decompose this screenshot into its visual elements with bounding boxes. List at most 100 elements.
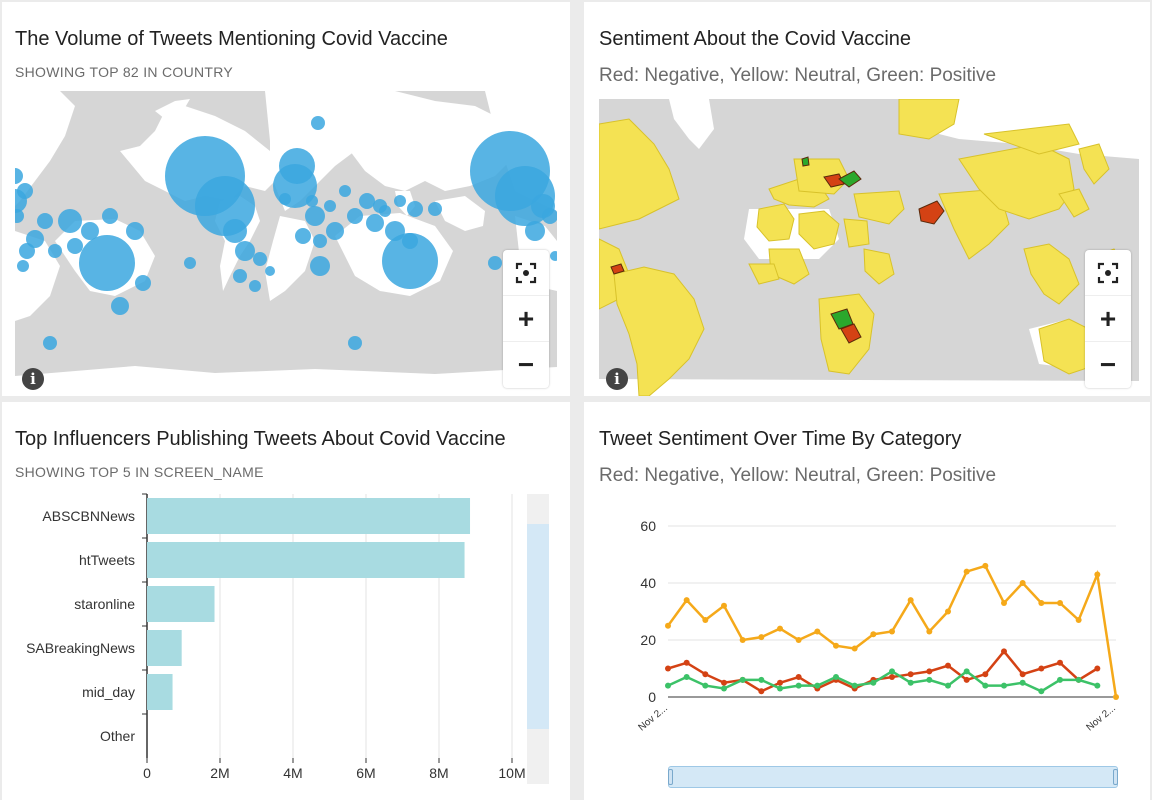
scrollbar-thumb[interactable] xyxy=(527,524,549,729)
volume-bubble[interactable] xyxy=(249,280,261,292)
series-point[interactable] xyxy=(777,625,783,632)
series-point[interactable] xyxy=(889,674,895,681)
series-point[interactable] xyxy=(907,597,914,604)
volume-bubble[interactable] xyxy=(135,275,151,291)
volume-bubble[interactable] xyxy=(19,243,35,259)
series-point[interactable] xyxy=(1094,682,1101,689)
volume-bubble[interactable] xyxy=(394,195,406,207)
series-point[interactable] xyxy=(1038,665,1045,672)
volume-bubble[interactable] xyxy=(305,206,325,226)
slider-handle-right[interactable] xyxy=(1113,769,1118,785)
volume-bubble[interactable] xyxy=(265,266,275,276)
series-point[interactable] xyxy=(702,671,709,678)
series-point[interactable] xyxy=(833,642,839,649)
series-point[interactable] xyxy=(1001,648,1007,655)
bar[interactable] xyxy=(147,630,182,666)
series-point[interactable] xyxy=(945,662,951,669)
volume-bubble[interactable] xyxy=(550,251,557,261)
series-point[interactable] xyxy=(1057,676,1063,683)
volume-bubble[interactable] xyxy=(15,168,23,184)
volume-bubble[interactable] xyxy=(17,183,33,199)
series-point[interactable] xyxy=(926,668,933,675)
series-point[interactable] xyxy=(795,674,802,681)
series-point[interactable] xyxy=(945,608,951,615)
series-point[interactable] xyxy=(1057,599,1063,606)
volume-bubble[interactable] xyxy=(379,205,391,217)
series-point[interactable] xyxy=(889,628,895,635)
series-point[interactable] xyxy=(982,671,989,678)
volume-bubble[interactable] xyxy=(235,241,255,261)
volume-bubble[interactable] xyxy=(102,208,118,224)
series-point[interactable] xyxy=(721,685,727,692)
bubble-map[interactable]: + − i xyxy=(15,91,557,396)
series-point[interactable] xyxy=(721,602,727,609)
series-point[interactable] xyxy=(870,631,877,638)
series-point[interactable] xyxy=(1038,688,1045,695)
volume-bubble[interactable] xyxy=(348,336,362,350)
series-point[interactable] xyxy=(907,679,914,686)
bar[interactable] xyxy=(147,498,471,534)
volume-bubble[interactable] xyxy=(359,193,375,209)
series-point[interactable] xyxy=(739,637,746,643)
series-point[interactable] xyxy=(665,682,671,689)
series-point[interactable] xyxy=(814,628,821,635)
volume-bubble[interactable] xyxy=(223,219,247,243)
volume-bubble[interactable] xyxy=(58,209,82,233)
volume-bubble[interactable] xyxy=(402,233,418,249)
series-point[interactable] xyxy=(758,676,765,683)
volume-bubble[interactable] xyxy=(488,256,502,270)
volume-bubble[interactable] xyxy=(15,209,24,223)
series-point[interactable] xyxy=(926,676,933,683)
series-point[interactable] xyxy=(702,617,709,624)
volume-bubble[interactable] xyxy=(326,222,344,240)
series-point[interactable] xyxy=(1019,580,1026,586)
volume-bubble[interactable] xyxy=(43,336,57,350)
series-point[interactable] xyxy=(907,671,914,678)
volume-bubble[interactable] xyxy=(313,234,327,248)
series-point[interactable] xyxy=(1113,694,1119,700)
series-point[interactable] xyxy=(758,688,765,695)
zoom-in-button[interactable]: + xyxy=(1085,296,1131,342)
info-icon[interactable]: i xyxy=(22,368,44,390)
series-point[interactable] xyxy=(683,597,690,604)
volume-bubble[interactable] xyxy=(184,257,196,269)
volume-bubble[interactable] xyxy=(428,202,442,216)
series-point[interactable] xyxy=(851,682,858,689)
series-point[interactable] xyxy=(870,679,877,686)
series-point[interactable] xyxy=(1094,665,1101,672)
series-point[interactable] xyxy=(814,682,821,689)
series-point[interactable] xyxy=(683,674,690,681)
series-point[interactable] xyxy=(1038,599,1045,606)
series-point[interactable] xyxy=(721,679,727,686)
bar[interactable] xyxy=(147,542,465,578)
series-point[interactable] xyxy=(1057,659,1063,666)
bar[interactable] xyxy=(147,586,215,622)
volume-bubble[interactable] xyxy=(17,260,29,272)
series-point[interactable] xyxy=(739,676,746,683)
volume-bubble[interactable] xyxy=(48,244,62,258)
series-point[interactable] xyxy=(1001,599,1007,606)
volume-bubble[interactable] xyxy=(407,201,423,217)
volume-bubble[interactable] xyxy=(324,200,336,212)
volume-bubble[interactable] xyxy=(310,256,330,276)
volume-bubble[interactable] xyxy=(79,235,135,291)
series-point[interactable] xyxy=(1075,676,1082,683)
volume-bubble[interactable] xyxy=(385,221,405,241)
series-point[interactable] xyxy=(758,634,765,641)
choropleth-map[interactable]: + − i xyxy=(599,99,1139,396)
volume-bubble[interactable] xyxy=(233,269,247,283)
series-point[interactable] xyxy=(702,682,709,689)
series-point[interactable] xyxy=(963,676,970,683)
slider-handle-left[interactable] xyxy=(668,769,673,785)
series-point[interactable] xyxy=(926,628,933,635)
fit-bounds-button[interactable] xyxy=(1085,250,1131,296)
series-point[interactable] xyxy=(795,637,802,643)
fit-bounds-button[interactable] xyxy=(503,250,549,296)
series-point[interactable] xyxy=(889,668,895,675)
series-point[interactable] xyxy=(665,665,671,672)
series-point[interactable] xyxy=(851,645,858,652)
volume-bubble[interactable] xyxy=(311,116,325,130)
series-point[interactable] xyxy=(1094,571,1101,578)
volume-bubble[interactable] xyxy=(366,214,384,232)
series-point[interactable] xyxy=(795,682,802,689)
